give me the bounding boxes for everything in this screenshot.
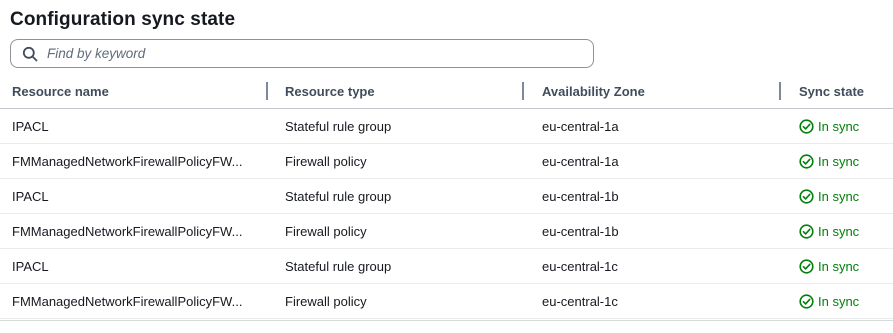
availability-zone-cell: eu-central-1c <box>542 259 618 274</box>
column-resizer[interactable] <box>266 82 268 100</box>
search-box[interactable] <box>10 39 594 68</box>
check-circle-icon <box>799 154 814 169</box>
check-circle-icon <box>799 294 814 309</box>
resource-type-cell: Firewall policy <box>285 154 367 169</box>
table-row: FMManagedNetworkFirewallPolicyFW... Firew… <box>0 214 893 249</box>
column-header-sync-state[interactable]: Sync state <box>799 74 864 109</box>
resource-name-cell: FMManagedNetworkFirewallPolicyFW... <box>12 154 243 169</box>
sync-state-label: In sync <box>818 294 860 309</box>
check-circle-icon <box>799 119 814 134</box>
resource-name-cell: FMManagedNetworkFirewallPolicyFW... <box>12 224 243 239</box>
sync-state-cell: In sync <box>799 214 859 249</box>
search-icon <box>22 46 38 62</box>
sync-state-cell: In sync <box>799 144 859 179</box>
check-circle-icon <box>799 189 814 204</box>
availability-zone-cell: eu-central-1a <box>542 154 619 169</box>
resource-type-cell: Firewall policy <box>285 224 367 239</box>
sync-state-cell: In sync <box>799 249 859 284</box>
table-row: IPACL Stateful rule group eu-central-1a In … <box>0 109 893 144</box>
resource-type-cell: Stateful rule group <box>285 119 392 134</box>
column-header-resource-name[interactable]: Resource name <box>12 74 109 109</box>
sync-state-label: In sync <box>818 189 860 204</box>
resource-type-cell: Stateful rule group <box>285 189 392 204</box>
table-header: Resource name Resource type Availability… <box>0 74 893 109</box>
availability-zone-cell: eu-central-1c <box>542 294 618 309</box>
column-header-availability-zone[interactable]: Availability Zone <box>542 74 645 109</box>
resource-type-cell: Stateful rule group <box>285 259 392 274</box>
table-row: FMManagedNetworkFirewallPolicyFW... Firew… <box>0 284 893 319</box>
check-circle-icon <box>799 224 814 239</box>
sync-state-cell: In sync <box>799 109 859 144</box>
sync-state-label: In sync <box>818 224 860 239</box>
sync-state-table: Resource name Resource type Availability… <box>0 74 893 319</box>
resource-name-cell: IPACL <box>12 119 49 134</box>
column-header-resource-type[interactable]: Resource type <box>285 74 375 109</box>
resource-name-cell: IPACL <box>12 189 49 204</box>
availability-zone-cell: eu-central-1b <box>542 189 619 204</box>
resource-type-cell: Firewall policy <box>285 294 367 309</box>
sync-state-label: In sync <box>818 259 860 274</box>
availability-zone-cell: eu-central-1b <box>542 224 619 239</box>
sync-state-cell: In sync <box>799 179 859 214</box>
column-resizer[interactable] <box>522 82 524 100</box>
column-resizer[interactable] <box>779 82 781 100</box>
table-bottom-border <box>0 320 893 321</box>
sync-state-cell: In sync <box>799 284 859 319</box>
availability-zone-cell: eu-central-1a <box>542 119 619 134</box>
table-row: IPACL Stateful rule group eu-central-1b In … <box>0 179 893 214</box>
search-input[interactable] <box>47 42 567 65</box>
table-row: IPACL Stateful rule group eu-central-1c In … <box>0 249 893 284</box>
sync-state-label: In sync <box>818 119 860 134</box>
sync-state-label: In sync <box>818 154 860 169</box>
resource-name-cell: IPACL <box>12 259 49 274</box>
check-circle-icon <box>799 259 814 274</box>
page-title: Configuration sync state <box>10 9 236 30</box>
resource-name-cell: FMManagedNetworkFirewallPolicyFW... <box>12 294 243 309</box>
table-row: FMManagedNetworkFirewallPolicyFW... Firew… <box>0 144 893 179</box>
